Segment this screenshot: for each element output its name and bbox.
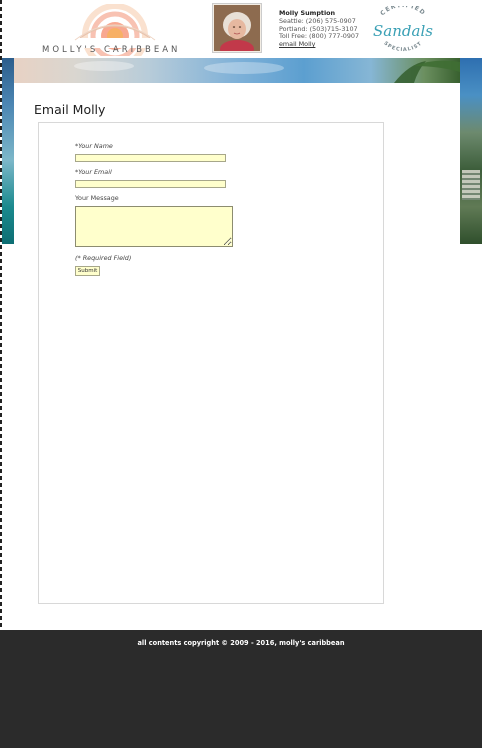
footer-copyright: all contents copyright © 2009 - 2016, mo… xyxy=(137,639,345,647)
message-textarea[interactable] xyxy=(75,206,233,247)
email-molly-link[interactable]: email Molly xyxy=(279,40,315,48)
sandals-certified-logo: CERTIFIED SPECIALIST Sandals xyxy=(373,6,433,53)
header-banner-image xyxy=(14,58,460,83)
sandals-brand: Sandals xyxy=(373,22,433,40)
submit-button[interactable]: Submit xyxy=(75,266,100,276)
contact-info: Molly Sumption Seattle: (206) 575-0907 P… xyxy=(279,9,359,49)
required-field-note: (* Required Field) xyxy=(75,254,132,262)
email-input[interactable] xyxy=(75,180,226,188)
name-label: *Your Name xyxy=(75,142,113,150)
email-label: *Your Email xyxy=(75,168,112,176)
message-label: Your Message xyxy=(75,194,119,202)
sandals-arc-top: CERTIFIED xyxy=(379,6,425,17)
svg-text:CERTIFIED: CERTIFIED xyxy=(379,6,427,17)
right-side-image xyxy=(460,58,482,244)
name-input[interactable] xyxy=(75,154,226,162)
page-footer xyxy=(0,630,482,748)
logo-wordmark: MOLLY'S CARIBBEAN xyxy=(42,45,181,55)
molly-photo xyxy=(212,3,262,58)
resort-building-image xyxy=(462,170,480,200)
page-title: Email Molly xyxy=(34,102,106,117)
sandals-arc-bottom: SPECIALIST xyxy=(382,40,422,53)
left-side-image xyxy=(2,58,14,244)
svg-text:SPECIALIST: SPECIALIST xyxy=(382,40,423,53)
